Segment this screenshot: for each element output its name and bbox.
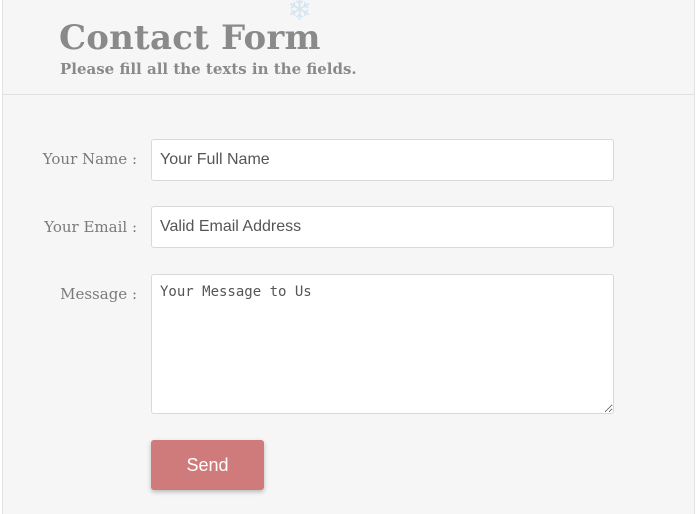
page-subtitle: Please fill all the texts in the fields. <box>60 60 357 78</box>
send-button[interactable]: Send <box>151 440 264 490</box>
message-textarea[interactable] <box>151 274 614 414</box>
email-label: Your Email : <box>44 218 137 236</box>
contact-form-panel: ❄ Contact Form Please fill all the texts… <box>2 0 695 514</box>
email-input[interactable] <box>151 206 614 248</box>
name-input[interactable] <box>151 139 614 181</box>
page-title: Contact Form <box>59 18 321 58</box>
name-label: Your Name : <box>42 150 137 168</box>
form-header: ❄ Contact Form Please fill all the texts… <box>3 0 694 95</box>
message-label: Message : <box>60 285 137 303</box>
